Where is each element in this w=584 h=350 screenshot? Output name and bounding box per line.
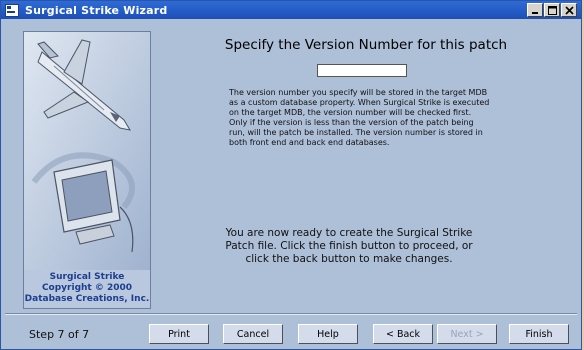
credit-copyright: Copyright © 2000 <box>41 283 133 293</box>
cancel-button[interactable]: Cancel <box>223 324 283 344</box>
credit-company: Database Creations, Inc. <box>24 294 150 304</box>
close-button[interactable] <box>561 3 577 17</box>
minimize-icon <box>532 12 538 14</box>
close-icon <box>564 5 574 15</box>
window-controls <box>527 3 577 17</box>
next-button[interactable]: Next > <box>437 324 497 344</box>
back-button[interactable]: < Back <box>373 324 433 344</box>
wizard-illustration <box>24 32 150 270</box>
page-title: Specify the Version Number for this patc… <box>224 37 508 53</box>
access-app-icon[interactable] <box>5 3 19 17</box>
title-bar[interactable]: Surgical Strike Wizard <box>1 1 581 19</box>
window-title: Surgical Strike Wizard <box>25 3 168 17</box>
step-indicator: Step 7 of 7 <box>29 328 90 341</box>
minimize-button[interactable] <box>527 3 543 17</box>
footer-divider <box>5 313 577 315</box>
wizard-graphic-panel: Surgical Strike Copyright © 2000 Databas… <box>23 31 151 309</box>
finish-button[interactable]: Finish <box>509 324 569 344</box>
version-description: The version number you specify will be s… <box>229 88 490 147</box>
version-number-input[interactable] <box>317 64 407 77</box>
wizard-window: Surgical Strike Wizard Surgical Strike C… <box>0 0 582 350</box>
maximize-icon <box>547 5 557 15</box>
credits: Surgical Strike Copyright © 2000 Databas… <box>24 272 150 305</box>
print-button[interactable]: Print <box>149 324 209 344</box>
ready-message: You are now ready to create the Surgical… <box>225 227 473 265</box>
credit-product: Surgical Strike <box>49 272 125 282</box>
maximize-button[interactable] <box>544 3 560 17</box>
help-button[interactable]: Help <box>298 324 358 344</box>
